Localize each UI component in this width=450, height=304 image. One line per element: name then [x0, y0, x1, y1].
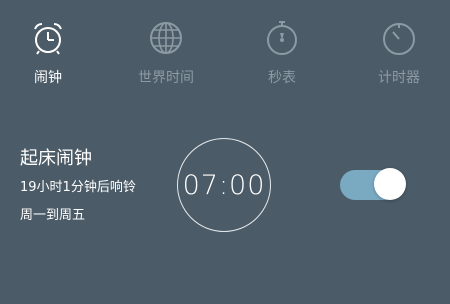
tab-timer[interactable]: 计时器 — [354, 18, 444, 92]
alarm-toggle-switch[interactable] — [340, 168, 406, 202]
alarm-countdown: 19小时1分钟后响铃 — [20, 180, 136, 195]
globe-icon — [150, 22, 182, 54]
stopwatch-icon — [267, 21, 297, 55]
alarm-repeat-days: 周一到周五 — [20, 208, 86, 223]
alarm-time-circle[interactable]: 07:00 — [177, 138, 271, 232]
tab-stopwatch[interactable]: 秒表 — [237, 18, 327, 92]
alarm-clock-icon — [34, 23, 62, 55]
alarm-time: 07:00 — [182, 169, 266, 201]
alarm-title: 起床闹钟 — [20, 148, 92, 169]
timer-icon — [383, 23, 415, 55]
switch-knob — [374, 168, 406, 200]
tab-stopwatch-label: 秒表 — [268, 70, 296, 86]
tab-world-time[interactable]: 世界时间 — [121, 18, 211, 92]
tab-alarm-label: 闹钟 — [34, 70, 62, 86]
tab-alarm[interactable]: 闹钟 — [3, 18, 93, 92]
alarm-item[interactable]: 起床闹钟 19小时1分钟后响铃 周一到周五 07:00 — [0, 120, 450, 260]
tab-timer-label: 计时器 — [378, 70, 420, 86]
tab-bar: 闹钟 世界时间 秒表 计时器 — [0, 0, 450, 100]
tab-world-time-label: 世界时间 — [138, 70, 194, 86]
